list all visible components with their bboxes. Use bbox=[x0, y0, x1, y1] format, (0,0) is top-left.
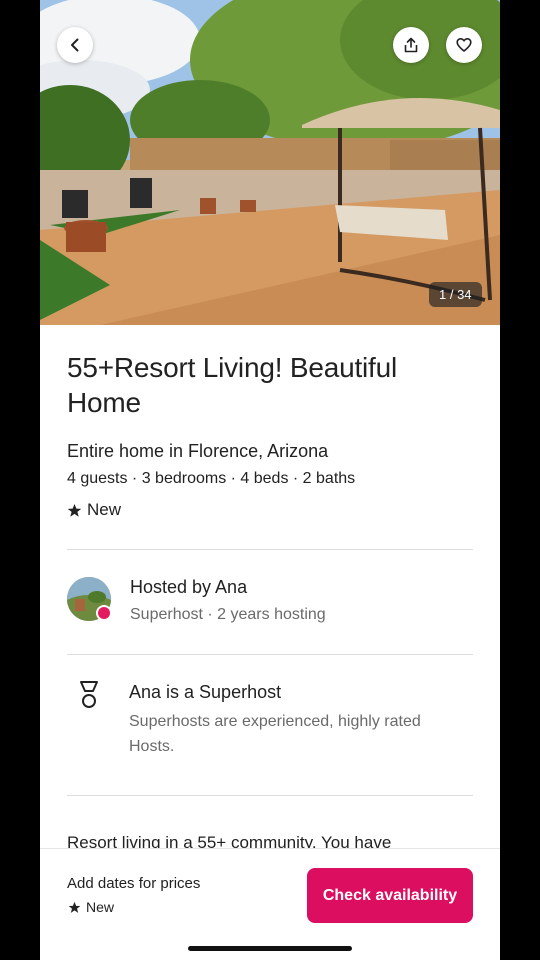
host-meta: Superhost · 2 years hosting bbox=[130, 606, 326, 623]
heart-icon bbox=[456, 38, 472, 52]
superhost-description: Superhosts are experienced, highly rated… bbox=[129, 713, 421, 755]
divider bbox=[67, 549, 473, 550]
divider bbox=[67, 795, 473, 796]
superhost-badge-icon bbox=[96, 605, 112, 621]
back-button[interactable] bbox=[57, 27, 93, 63]
listing-rating: New bbox=[67, 500, 121, 520]
host-name: Hosted by Ana bbox=[130, 577, 248, 597]
photo-counter: 1 / 34 bbox=[429, 282, 482, 307]
rating-label: New bbox=[87, 500, 122, 519]
listing-photo[interactable]: 1 / 34 bbox=[40, 0, 500, 325]
home-indicator[interactable] bbox=[188, 946, 352, 951]
booking-bar: Add dates for prices New Check availabil… bbox=[40, 848, 500, 960]
share-button[interactable] bbox=[393, 27, 429, 63]
save-to-wishlist-button[interactable] bbox=[446, 27, 482, 63]
listing-screen: 1 / 34 55+Resort Living! Beautiful Home … bbox=[40, 0, 500, 960]
share-icon bbox=[404, 37, 418, 53]
divider bbox=[67, 654, 473, 655]
check-availability-button[interactable]: Check availability bbox=[307, 868, 473, 923]
star-icon bbox=[67, 503, 82, 517]
footer-rating: New bbox=[68, 899, 114, 915]
star-icon bbox=[68, 901, 81, 913]
footer-rating-label: New bbox=[86, 899, 115, 915]
price-prompt[interactable]: Add dates for prices bbox=[67, 875, 200, 892]
chevron-left-icon bbox=[71, 38, 79, 52]
superhost-title: Ana is a Superhost bbox=[129, 682, 282, 702]
listing-specs: 4 guests · 3 bedrooms · 4 beds · 2 baths bbox=[67, 470, 356, 487]
listing-title: 55+Resort Living! Beautiful Home bbox=[67, 352, 398, 418]
medal-icon bbox=[80, 681, 98, 708]
patio-photo bbox=[40, 0, 500, 325]
listing-subtitle: Entire home in Florence, Arizona bbox=[67, 441, 329, 461]
